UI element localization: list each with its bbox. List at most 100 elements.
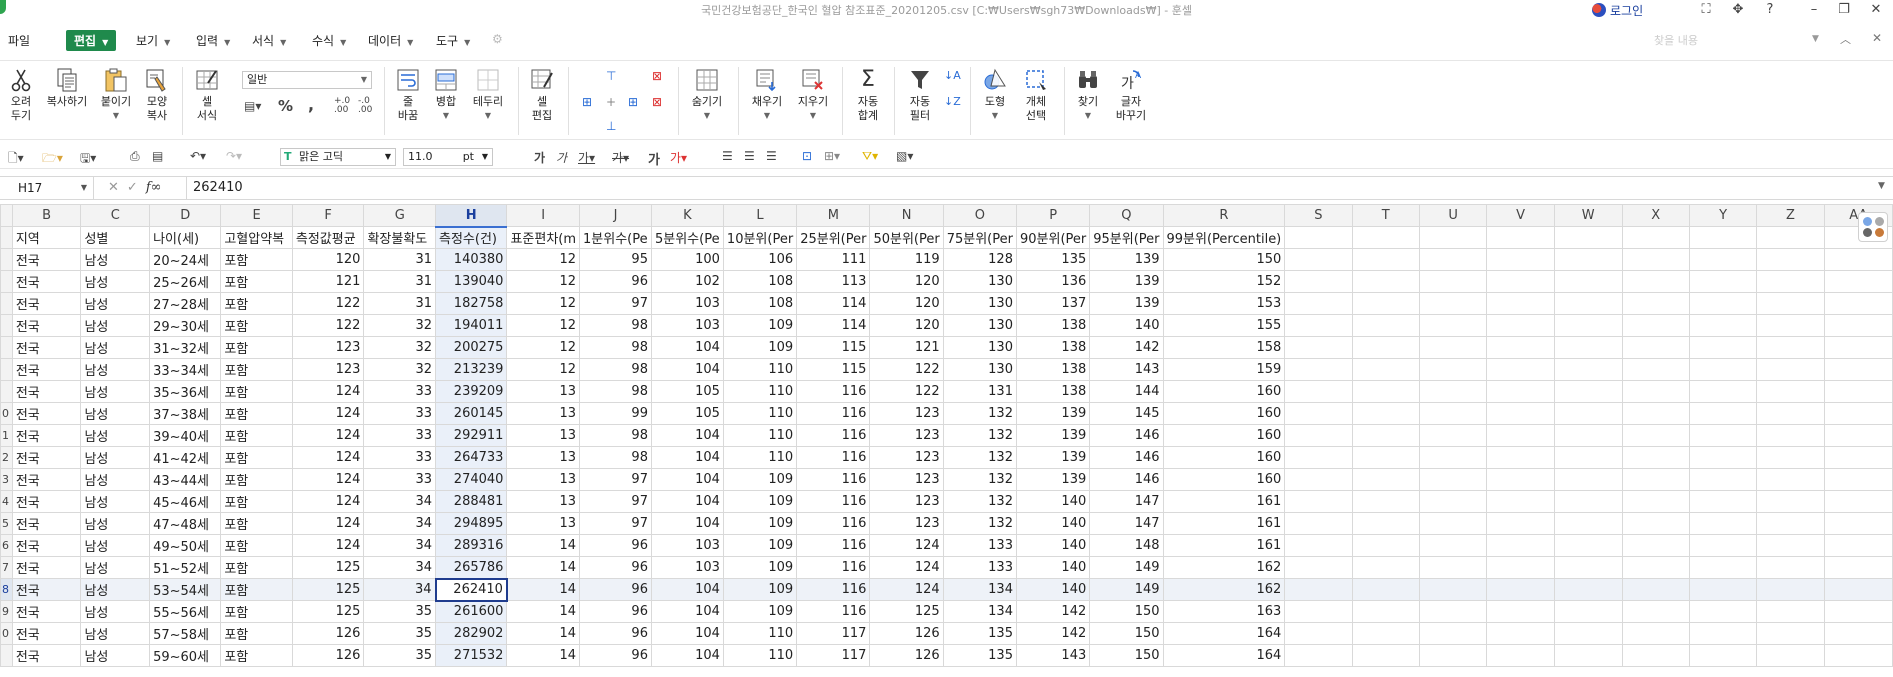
cell-edit-button[interactable]: 셀 편집: [526, 67, 558, 123]
cell-c[interactable]: 남성: [80, 556, 151, 579]
cell-q[interactable]: 143: [1089, 358, 1164, 381]
cell-b[interactable]: 전국: [11, 644, 82, 667]
cell-v[interactable]: [1486, 424, 1555, 447]
cell-i[interactable]: 표준편차(m: [506, 226, 581, 249]
row-header[interactable]: [0, 358, 13, 381]
cell-b[interactable]: 전국: [11, 600, 82, 623]
cell-l[interactable]: 109: [722, 534, 798, 557]
cell-j[interactable]: 96: [579, 600, 652, 623]
row-header[interactable]: 3: [0, 468, 13, 491]
cell-d[interactable]: 49~50세: [149, 534, 222, 557]
cell-c[interactable]: 남성: [80, 248, 151, 271]
cell-d[interactable]: 31~32세: [149, 336, 222, 359]
cell-o[interactable]: 130: [942, 292, 1017, 315]
cell-o[interactable]: 128: [942, 248, 1017, 271]
cell-e[interactable]: 포함: [220, 270, 293, 293]
fullscreen-icon[interactable]: ⛶: [1692, 0, 1720, 20]
cell-s[interactable]: [1284, 380, 1353, 403]
cell-b[interactable]: 전국: [11, 314, 82, 337]
cell-t[interactable]: [1351, 534, 1420, 557]
cell-e[interactable]: 포함: [220, 446, 293, 469]
cell-m[interactable]: 116: [796, 490, 871, 513]
cell-f[interactable]: 124: [291, 446, 365, 469]
minimize-icon[interactable]: –: [1800, 0, 1828, 20]
cell-y[interactable]: [1688, 446, 1758, 469]
cell-h[interactable]: 262410: [434, 577, 508, 602]
help-icon[interactable]: ?: [1756, 0, 1784, 20]
cell-k[interactable]: 105: [650, 402, 724, 425]
cell-l[interactable]: 109: [722, 512, 798, 535]
cell-aa[interactable]: [1823, 644, 1893, 667]
formula-input[interactable]: 262410: [186, 177, 1876, 199]
cell-e[interactable]: 포함: [220, 490, 293, 513]
copy-button[interactable]: 복사하기: [42, 67, 92, 109]
cell-s[interactable]: [1284, 270, 1353, 293]
cell-f[interactable]: 120: [291, 248, 365, 271]
cell-w[interactable]: [1553, 336, 1623, 359]
cell-y[interactable]: [1688, 226, 1758, 249]
cell-q[interactable]: 139: [1089, 292, 1164, 315]
cell-n[interactable]: 123: [869, 424, 944, 447]
function-icon[interactable]: f∞: [146, 180, 162, 195]
cell-k[interactable]: 5분위수(Pe: [650, 226, 724, 249]
cell-m[interactable]: 116: [796, 424, 871, 447]
cell-q[interactable]: 150: [1089, 600, 1164, 623]
increase-decimal-icon[interactable]: +.0.00: [334, 97, 350, 115]
column-header-h[interactable]: H: [435, 204, 508, 228]
cell-v[interactable]: [1486, 380, 1555, 403]
cell-t[interactable]: [1351, 468, 1420, 491]
cell-n[interactable]: 121: [869, 336, 944, 359]
cell-t[interactable]: [1351, 622, 1420, 645]
cell-r[interactable]: 160: [1162, 380, 1286, 403]
cell-q[interactable]: 150: [1089, 622, 1164, 645]
cell-i[interactable]: 12: [506, 314, 581, 337]
cell-n[interactable]: 122: [869, 380, 944, 403]
autofilter-button[interactable]: 자동 필터: [902, 67, 938, 123]
cell-t[interactable]: [1351, 512, 1420, 535]
cell-o[interactable]: 130: [942, 336, 1017, 359]
cell-r[interactable]: 161: [1162, 490, 1286, 513]
cell-e[interactable]: 포함: [220, 336, 293, 359]
cell-u[interactable]: [1418, 534, 1488, 557]
cell-o[interactable]: 135: [942, 622, 1017, 645]
cell-c[interactable]: 남성: [80, 578, 151, 601]
cell-x[interactable]: [1621, 314, 1690, 337]
chevron-down-icon[interactable]: ▼: [1878, 181, 1885, 191]
cell-aa[interactable]: [1823, 446, 1893, 469]
cell-d[interactable]: 37~38세: [149, 402, 222, 425]
cell-v[interactable]: [1486, 512, 1555, 535]
cell-o[interactable]: 132: [942, 402, 1017, 425]
cell-w[interactable]: [1553, 600, 1623, 623]
cell-k[interactable]: 102: [650, 270, 724, 293]
cell-j[interactable]: 98: [579, 380, 652, 403]
cell-c[interactable]: 남성: [80, 336, 151, 359]
cell-aa[interactable]: [1823, 512, 1893, 535]
cell-f[interactable]: 123: [291, 358, 365, 381]
cell-e[interactable]: 포함: [220, 622, 293, 645]
font-grow-icon[interactable]: 가: [648, 149, 660, 168]
cell-m[interactable]: 114: [796, 314, 871, 337]
cell-g[interactable]: 32: [363, 314, 437, 337]
cell-v[interactable]: [1486, 226, 1555, 249]
cell-q[interactable]: 147: [1089, 490, 1164, 513]
cell-q[interactable]: 139: [1089, 248, 1164, 271]
corner-cell[interactable]: [0, 204, 13, 227]
cell-g[interactable]: 35: [363, 644, 437, 667]
cell-y[interactable]: [1688, 358, 1758, 381]
cell-j[interactable]: 95: [579, 248, 652, 271]
cell-b[interactable]: 전국: [11, 512, 82, 535]
cell-i[interactable]: 14: [506, 534, 581, 557]
cell-k[interactable]: 103: [650, 534, 724, 557]
cut-button[interactable]: 오려 두기: [6, 67, 36, 123]
fill-color-icon[interactable]: ⛛▾: [862, 149, 878, 164]
cell-k[interactable]: 104: [650, 600, 724, 623]
cell-b[interactable]: 전국: [11, 380, 82, 403]
cell-r[interactable]: 162: [1162, 578, 1286, 601]
cell-w[interactable]: [1553, 402, 1623, 425]
cell-s[interactable]: [1284, 314, 1353, 337]
cell-i[interactable]: 14: [506, 644, 581, 667]
cell-o[interactable]: 130: [942, 358, 1017, 381]
column-header-k[interactable]: K: [650, 204, 724, 227]
cell-f[interactable]: 124: [291, 468, 365, 491]
cell-l[interactable]: 110: [722, 402, 798, 425]
